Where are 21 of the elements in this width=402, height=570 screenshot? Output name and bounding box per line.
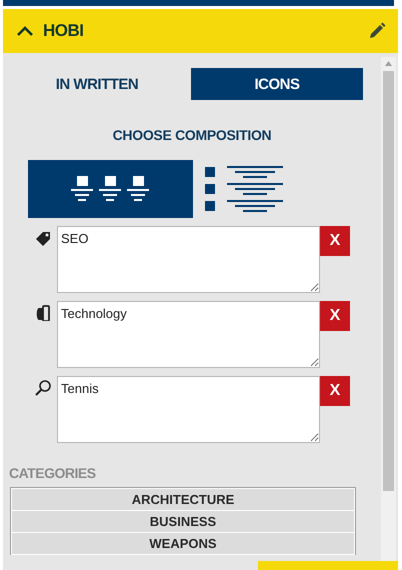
tab[interactable]: ICONS bbox=[191, 68, 363, 100]
remove-button[interactable]: X bbox=[320, 226, 350, 256]
remove-button[interactable]: X bbox=[320, 376, 350, 406]
text-area[interactable]: SEO bbox=[57, 226, 320, 293]
section-title: HOBI bbox=[43, 21, 84, 41]
category-item[interactable]: BUSINESS bbox=[12, 511, 354, 533]
list-layout-icon bbox=[205, 166, 285, 212]
tag-icon bbox=[35, 230, 51, 246]
categories-label: CATEGORIES bbox=[9, 465, 97, 481]
grid-layout-icon bbox=[70, 176, 150, 202]
composition-heading: CHOOSE COMPOSITION bbox=[112, 127, 272, 143]
text-area[interactable]: Tennis bbox=[57, 376, 320, 443]
category-item[interactable]: ARCHITECTURE bbox=[12, 489, 354, 511]
category-item[interactable]: WEAPONS bbox=[12, 533, 354, 555]
phone-icon bbox=[35, 305, 51, 321]
grid-layout-option[interactable] bbox=[28, 160, 193, 218]
remove-button[interactable]: X bbox=[320, 301, 350, 331]
text-area[interactable]: Technology bbox=[57, 301, 320, 368]
chevron-icon[interactable] bbox=[17, 25, 33, 37]
pencil-icon[interactable] bbox=[368, 22, 386, 40]
tab[interactable]: IN WRITTEN bbox=[11, 68, 183, 100]
